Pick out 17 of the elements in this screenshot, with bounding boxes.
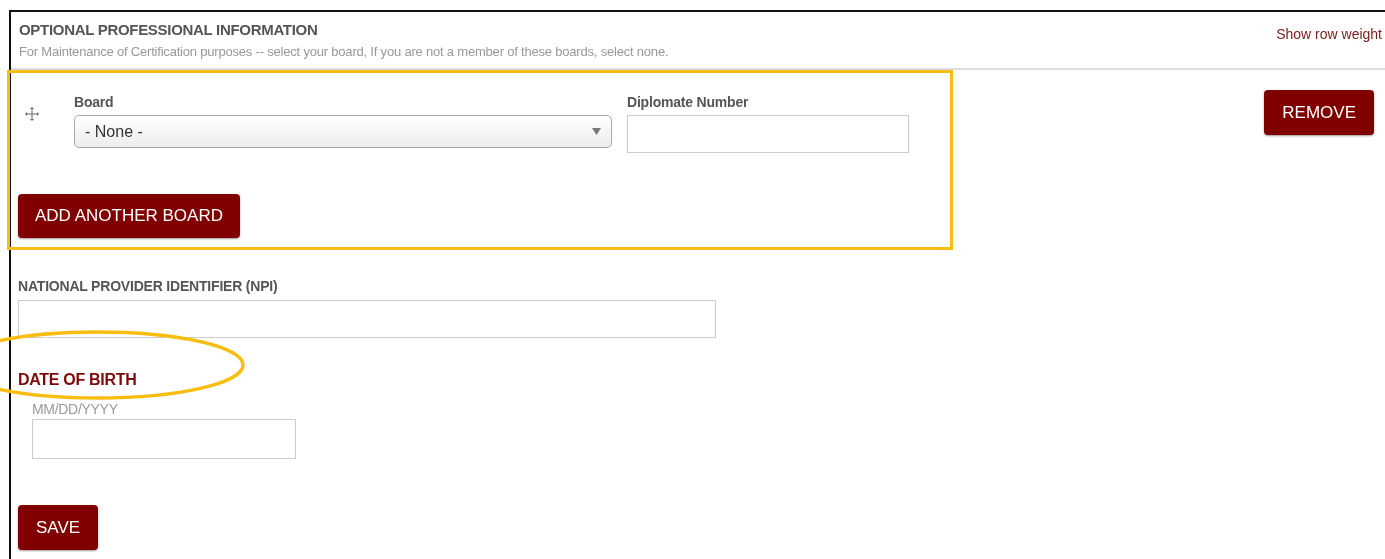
add-another-board-button[interactable]: ADD ANOTHER BOARD (18, 194, 240, 238)
remove-button[interactable]: REMOVE (1264, 90, 1374, 135)
move-handle-icon[interactable] (24, 106, 40, 122)
board-dropdown[interactable]: - None - (74, 115, 612, 148)
section-description: For Maintenance of Certification purposes -- select your board, If you are not a member of these boards, select none. (19, 44, 669, 59)
diplomate-number-input-field[interactable] (627, 115, 909, 153)
caret-icon (592, 128, 601, 135)
npi-input-field[interactable] (18, 300, 716, 338)
npi-label: NATIONAL PROVIDER IDENTIFIER (NPI) (18, 278, 279, 294)
save-button[interactable]: SAVE (18, 505, 99, 550)
board-label: Board (74, 94, 115, 110)
date-format-hint: MM/DD/YYYY (32, 401, 119, 417)
date-of-birth-input-field[interactable] (32, 419, 296, 459)
date-of-birth-label: DATE OF BIRTH (18, 371, 138, 389)
section-title: OPTIONAL PROFESSIONAL INFORMATION (19, 21, 319, 38)
show-row-weights-link[interactable]: Show row weight (1276, 21, 1382, 59)
diplomate-number-label: Diplomate Number (627, 94, 750, 110)
